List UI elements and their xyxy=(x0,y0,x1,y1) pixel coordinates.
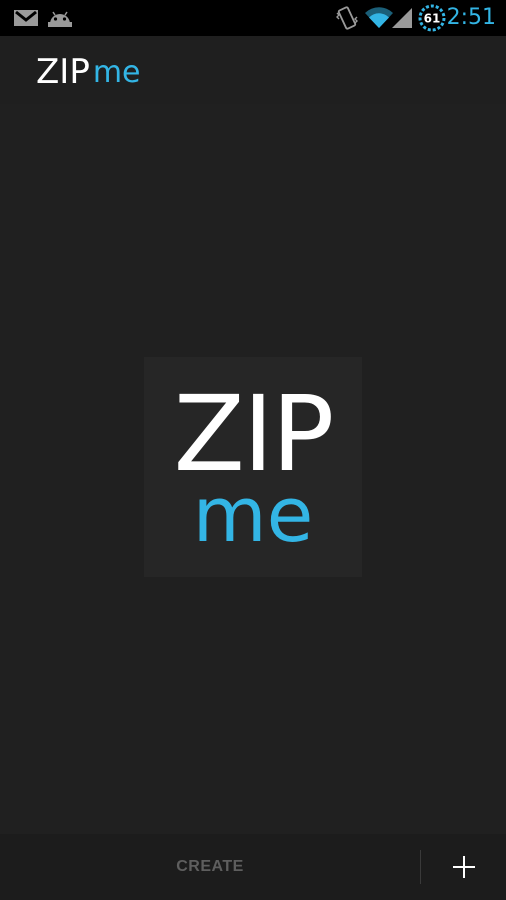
bottom-action-bar: CREATE xyxy=(0,834,506,900)
battery-icon: 61 xyxy=(418,0,446,36)
wifi-icon xyxy=(364,0,394,36)
gmail-icon xyxy=(12,0,40,36)
create-button[interactable]: CREATE xyxy=(0,834,420,900)
center-logo: ZIP me xyxy=(144,357,362,577)
center-logo-me: me xyxy=(192,470,314,559)
plus-icon xyxy=(452,856,475,878)
screen: 61 2:51 ZIP me ZIP me CREATE xyxy=(0,0,506,900)
battery-level: 61 xyxy=(424,12,441,26)
status-bar: 61 2:51 xyxy=(0,0,506,36)
status-time: 2:51 xyxy=(446,5,496,30)
main-content: ZIP me xyxy=(0,104,506,834)
android-debug-icon xyxy=(46,0,74,36)
app-logo-zip: ZIP xyxy=(36,52,90,92)
add-button[interactable] xyxy=(421,834,506,900)
signal-icon xyxy=(392,0,414,36)
app-logo-me: me xyxy=(92,55,141,90)
action-bar: ZIP me xyxy=(0,36,506,104)
app-logo: ZIP me xyxy=(36,48,141,92)
vibrate-icon xyxy=(334,0,360,36)
